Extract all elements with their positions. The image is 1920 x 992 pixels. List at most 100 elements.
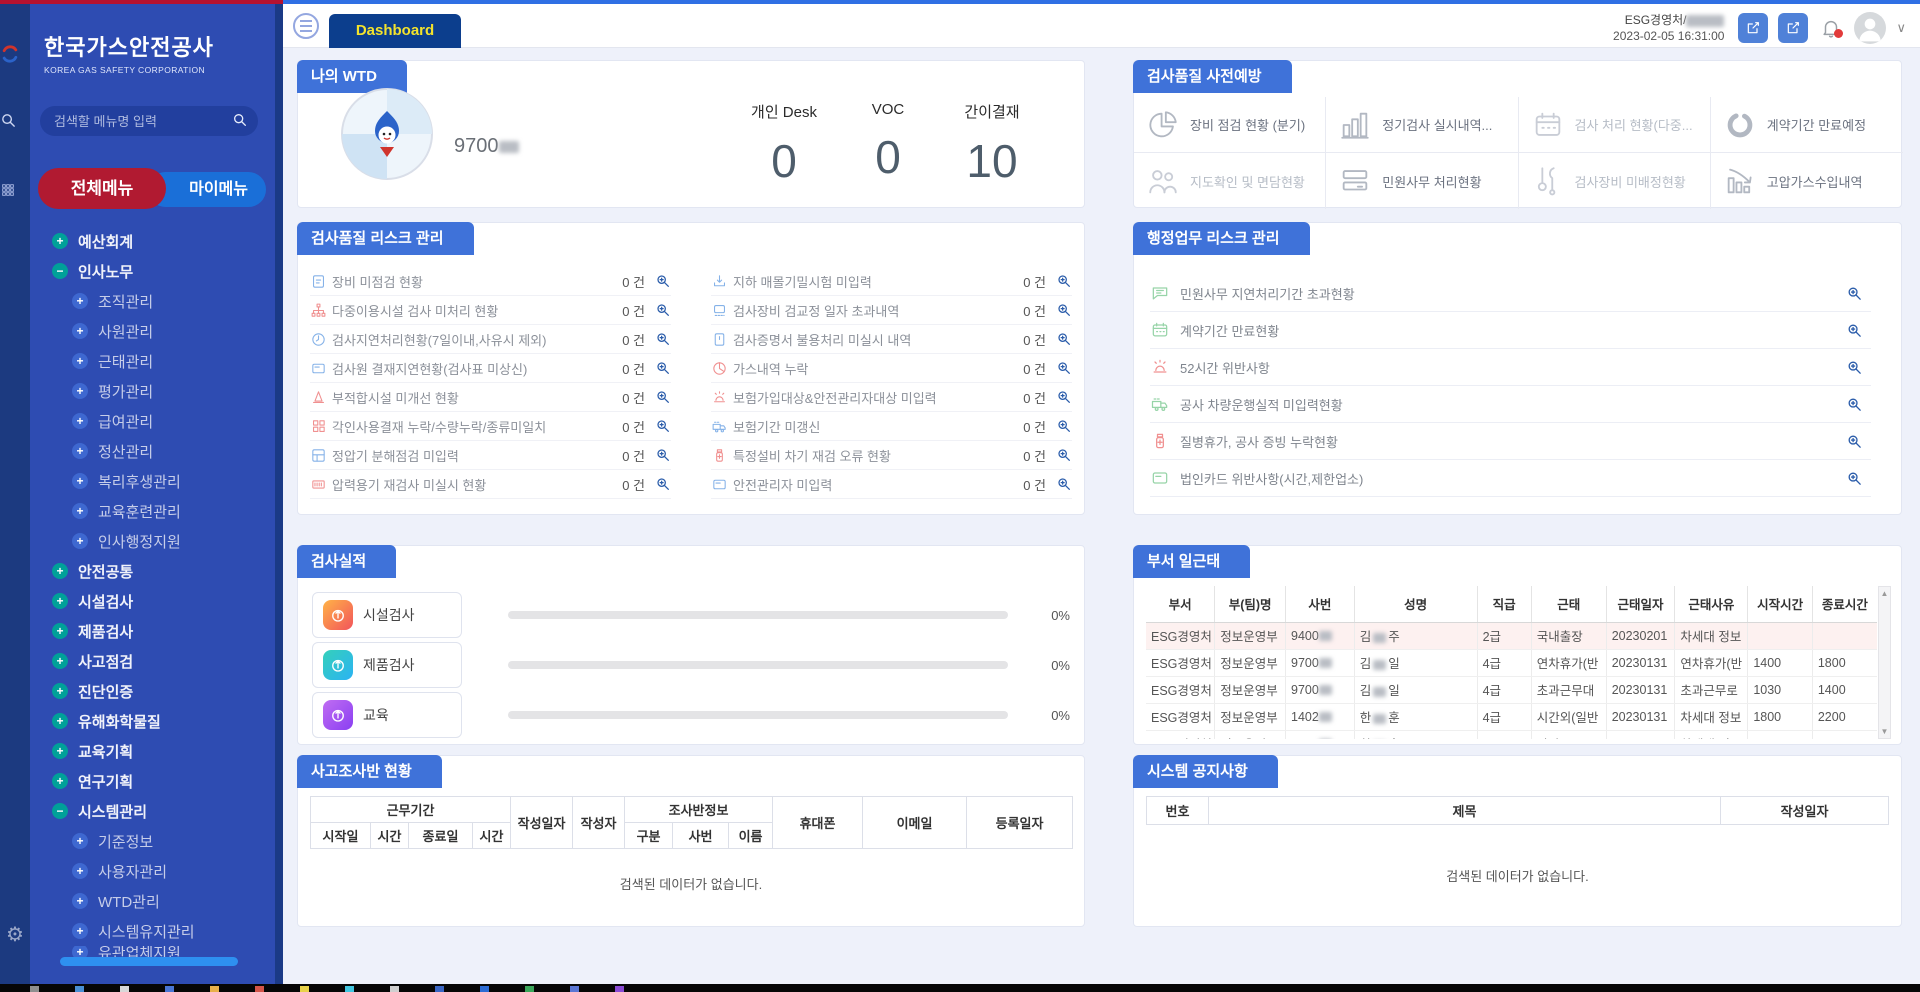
- sidebar-item-평가관리[interactable]: +평가관리: [30, 376, 275, 406]
- counter-개인 Desk[interactable]: 개인 Desk0: [732, 101, 836, 188]
- table-row[interactable]: ESG경영처정보운영부9400김주2급국내출장20230201차세대 정보: [1146, 622, 1877, 649]
- search-icon[interactable]: [0, 112, 30, 129]
- avatar[interactable]: [1854, 12, 1886, 44]
- magnifier-plus-icon[interactable]: [655, 331, 671, 347]
- table-row[interactable]: ESG경영처정보운영부1402한훈4급야간근무(본20230131차세대 정보2…: [1146, 730, 1877, 739]
- magnifier-plus-icon[interactable]: [655, 273, 671, 289]
- magnifier-plus-icon[interactable]: [1056, 476, 1072, 492]
- chevron-down-icon[interactable]: ∨: [1896, 20, 1906, 36]
- taskbar-app-icon[interactable]: [345, 986, 354, 992]
- table-cell: 1030: [1748, 676, 1813, 703]
- sidebar-scrollbar-horizontal[interactable]: [60, 957, 238, 966]
- prevention-tile-검사장비 미배정현황[interactable]: 검사장비 미배정현황: [1519, 153, 1711, 209]
- taskbar-app-icon[interactable]: [75, 986, 84, 992]
- sidebar-item-시스템유지관리[interactable]: +시스템유지관리: [30, 916, 275, 946]
- sidebar-item-인사행정지원[interactable]: +인사행정지원: [30, 526, 275, 556]
- performance-category-button[interactable]: 시설검사: [312, 592, 462, 638]
- taskbar-app-icon[interactable]: [255, 986, 264, 992]
- prevention-tile-검사 처리 현황(다중...[interactable]: 검사 처리 현황(다중...: [1519, 97, 1711, 153]
- sidebar-item-사용자관리[interactable]: +사용자관리: [30, 856, 275, 886]
- magnifier-plus-icon[interactable]: [1056, 331, 1072, 347]
- open-window-button[interactable]: [1738, 13, 1768, 43]
- magnifier-plus-icon[interactable]: [1846, 322, 1863, 339]
- sidebar-item-정산관리[interactable]: +정산관리: [30, 436, 275, 466]
- sidebar-item-급여관리[interactable]: +급여관리: [30, 406, 275, 436]
- magnifier-plus-icon[interactable]: [655, 389, 671, 405]
- magnifier-plus-icon[interactable]: [655, 360, 671, 376]
- search-submit-icon[interactable]: [232, 112, 248, 128]
- taskbar-app-icon[interactable]: [480, 986, 489, 992]
- sidebar-item-안전공통[interactable]: +안전공통: [30, 556, 275, 586]
- hamburger-menu-icon[interactable]: [293, 13, 319, 39]
- magnifier-plus-icon[interactable]: [1056, 302, 1072, 318]
- counter-간이결재[interactable]: 간이결재10: [940, 101, 1044, 188]
- sidebar-item-교육기획[interactable]: +교육기획: [30, 736, 275, 766]
- taskbar-app-icon[interactable]: [435, 986, 444, 992]
- prevention-tile-계약기간 만료예정[interactable]: 계약기간 만료예정: [1711, 97, 1903, 153]
- notifications-bell-icon[interactable]: [1818, 15, 1844, 41]
- tab-all-menu[interactable]: 전체메뉴: [38, 168, 166, 209]
- menu-search-input[interactable]: [40, 106, 258, 136]
- magnifier-plus-icon[interactable]: [1846, 396, 1863, 413]
- table-row[interactable]: ESG경영처정보운영부9700김일4급초과근무대20230131초과근무로103…: [1146, 676, 1877, 703]
- sidebar-item-유해화학물질[interactable]: +유해화학물질: [30, 706, 275, 736]
- prevention-tile-장비 점검 현황 (분기)[interactable]: 장비 점검 현황 (분기): [1134, 97, 1326, 153]
- prevention-tile-민원사무 처리현황[interactable]: 민원사무 처리현황: [1326, 153, 1518, 209]
- magnifier-plus-icon[interactable]: [1056, 273, 1072, 289]
- magnifier-plus-icon[interactable]: [1846, 470, 1863, 487]
- counter-VOC[interactable]: VOC0: [836, 101, 940, 188]
- menu-grid-icon[interactable]: [0, 182, 30, 198]
- taskbar-app-icon[interactable]: [120, 986, 129, 992]
- sidebar-item-교육훈련관리[interactable]: +교육훈련관리: [30, 496, 275, 526]
- collapse-icon: −: [52, 803, 68, 819]
- sidebar-item-제품검사[interactable]: +제품검사: [30, 616, 275, 646]
- sidebar-item-근태관리[interactable]: +근태관리: [30, 346, 275, 376]
- sidebar-item-인사노무[interactable]: −인사노무: [30, 256, 275, 286]
- magnifier-plus-icon[interactable]: [1056, 360, 1072, 376]
- sidebar-item-연구기획[interactable]: +연구기획: [30, 766, 275, 796]
- taskbar-app-icon[interactable]: [390, 986, 399, 992]
- performance-category-button[interactable]: 교육: [312, 692, 462, 738]
- prevention-tile-고압가스수입내역[interactable]: 고압가스수입내역: [1711, 153, 1903, 209]
- table-row[interactable]: ESG경영처정보운영부1402한훈4급시간외(일반20230131차세대 정보1…: [1146, 703, 1877, 730]
- magnifier-plus-icon[interactable]: [655, 302, 671, 318]
- magnifier-plus-icon[interactable]: [1056, 389, 1072, 405]
- table-row[interactable]: ESG경영처정보운영부9700김일4급연차휴가(반20230131연차휴가(반1…: [1146, 649, 1877, 676]
- taskbar-app-icon[interactable]: [570, 986, 579, 992]
- attendance-scrollbar[interactable]: ▲▼: [1878, 586, 1891, 739]
- magnifier-plus-icon[interactable]: [655, 476, 671, 492]
- sidebar-item-시설검사[interactable]: +시설검사: [30, 586, 275, 616]
- table-cell: 정보운영부: [1215, 649, 1286, 676]
- sidebar-item-기준정보[interactable]: +기준정보: [30, 826, 275, 856]
- magnifier-plus-icon[interactable]: [655, 418, 671, 434]
- magnifier-plus-icon[interactable]: [1846, 433, 1863, 450]
- sidebar-item-진단인증[interactable]: +진단인증: [30, 676, 275, 706]
- os-taskbar[interactable]: [0, 984, 1920, 992]
- taskbar-app-icon[interactable]: [615, 986, 624, 992]
- gear-icon[interactable]: ⚙: [0, 922, 30, 947]
- magnifier-plus-icon[interactable]: [1056, 447, 1072, 463]
- sidebar-item-사원관리[interactable]: +사원관리: [30, 316, 275, 346]
- prevention-tile-지도확인 및 면담현황[interactable]: 지도확인 및 면담현황: [1134, 153, 1326, 209]
- prevention-tile-정기검사 실시내역...[interactable]: 정기검사 실시내역...: [1326, 97, 1518, 153]
- performance-category-button[interactable]: 제품검사: [312, 642, 462, 688]
- tab-dashboard[interactable]: Dashboard: [329, 14, 461, 48]
- clipboard-icon: [310, 273, 332, 290]
- magnifier-plus-icon[interactable]: [1846, 359, 1863, 376]
- magnifier-plus-icon[interactable]: [655, 447, 671, 463]
- sidebar-item-사고점검[interactable]: +사고점검: [30, 646, 275, 676]
- sidebar-item-WTD관리[interactable]: +WTD관리: [30, 886, 275, 916]
- sidebar-item-예산회계[interactable]: +예산회계: [30, 226, 275, 256]
- sidebar-item-조직관리[interactable]: +조직관리: [30, 286, 275, 316]
- open-multi-window-button[interactable]: [1778, 13, 1808, 43]
- taskbar-app-icon[interactable]: [210, 986, 219, 992]
- taskbar-app-icon[interactable]: [30, 986, 39, 992]
- sidebar-item-복리후생관리[interactable]: +복리후생관리: [30, 466, 275, 496]
- taskbar-app-icon[interactable]: [525, 986, 534, 992]
- taskbar-app-icon[interactable]: [300, 986, 309, 992]
- magnifier-plus-icon[interactable]: [1056, 418, 1072, 434]
- taskbar-app-icon[interactable]: [165, 986, 174, 992]
- table-cell: 연차휴가(반: [1675, 649, 1748, 676]
- sidebar-item-시스템관리[interactable]: −시스템관리: [30, 796, 275, 826]
- magnifier-plus-icon[interactable]: [1846, 285, 1863, 302]
